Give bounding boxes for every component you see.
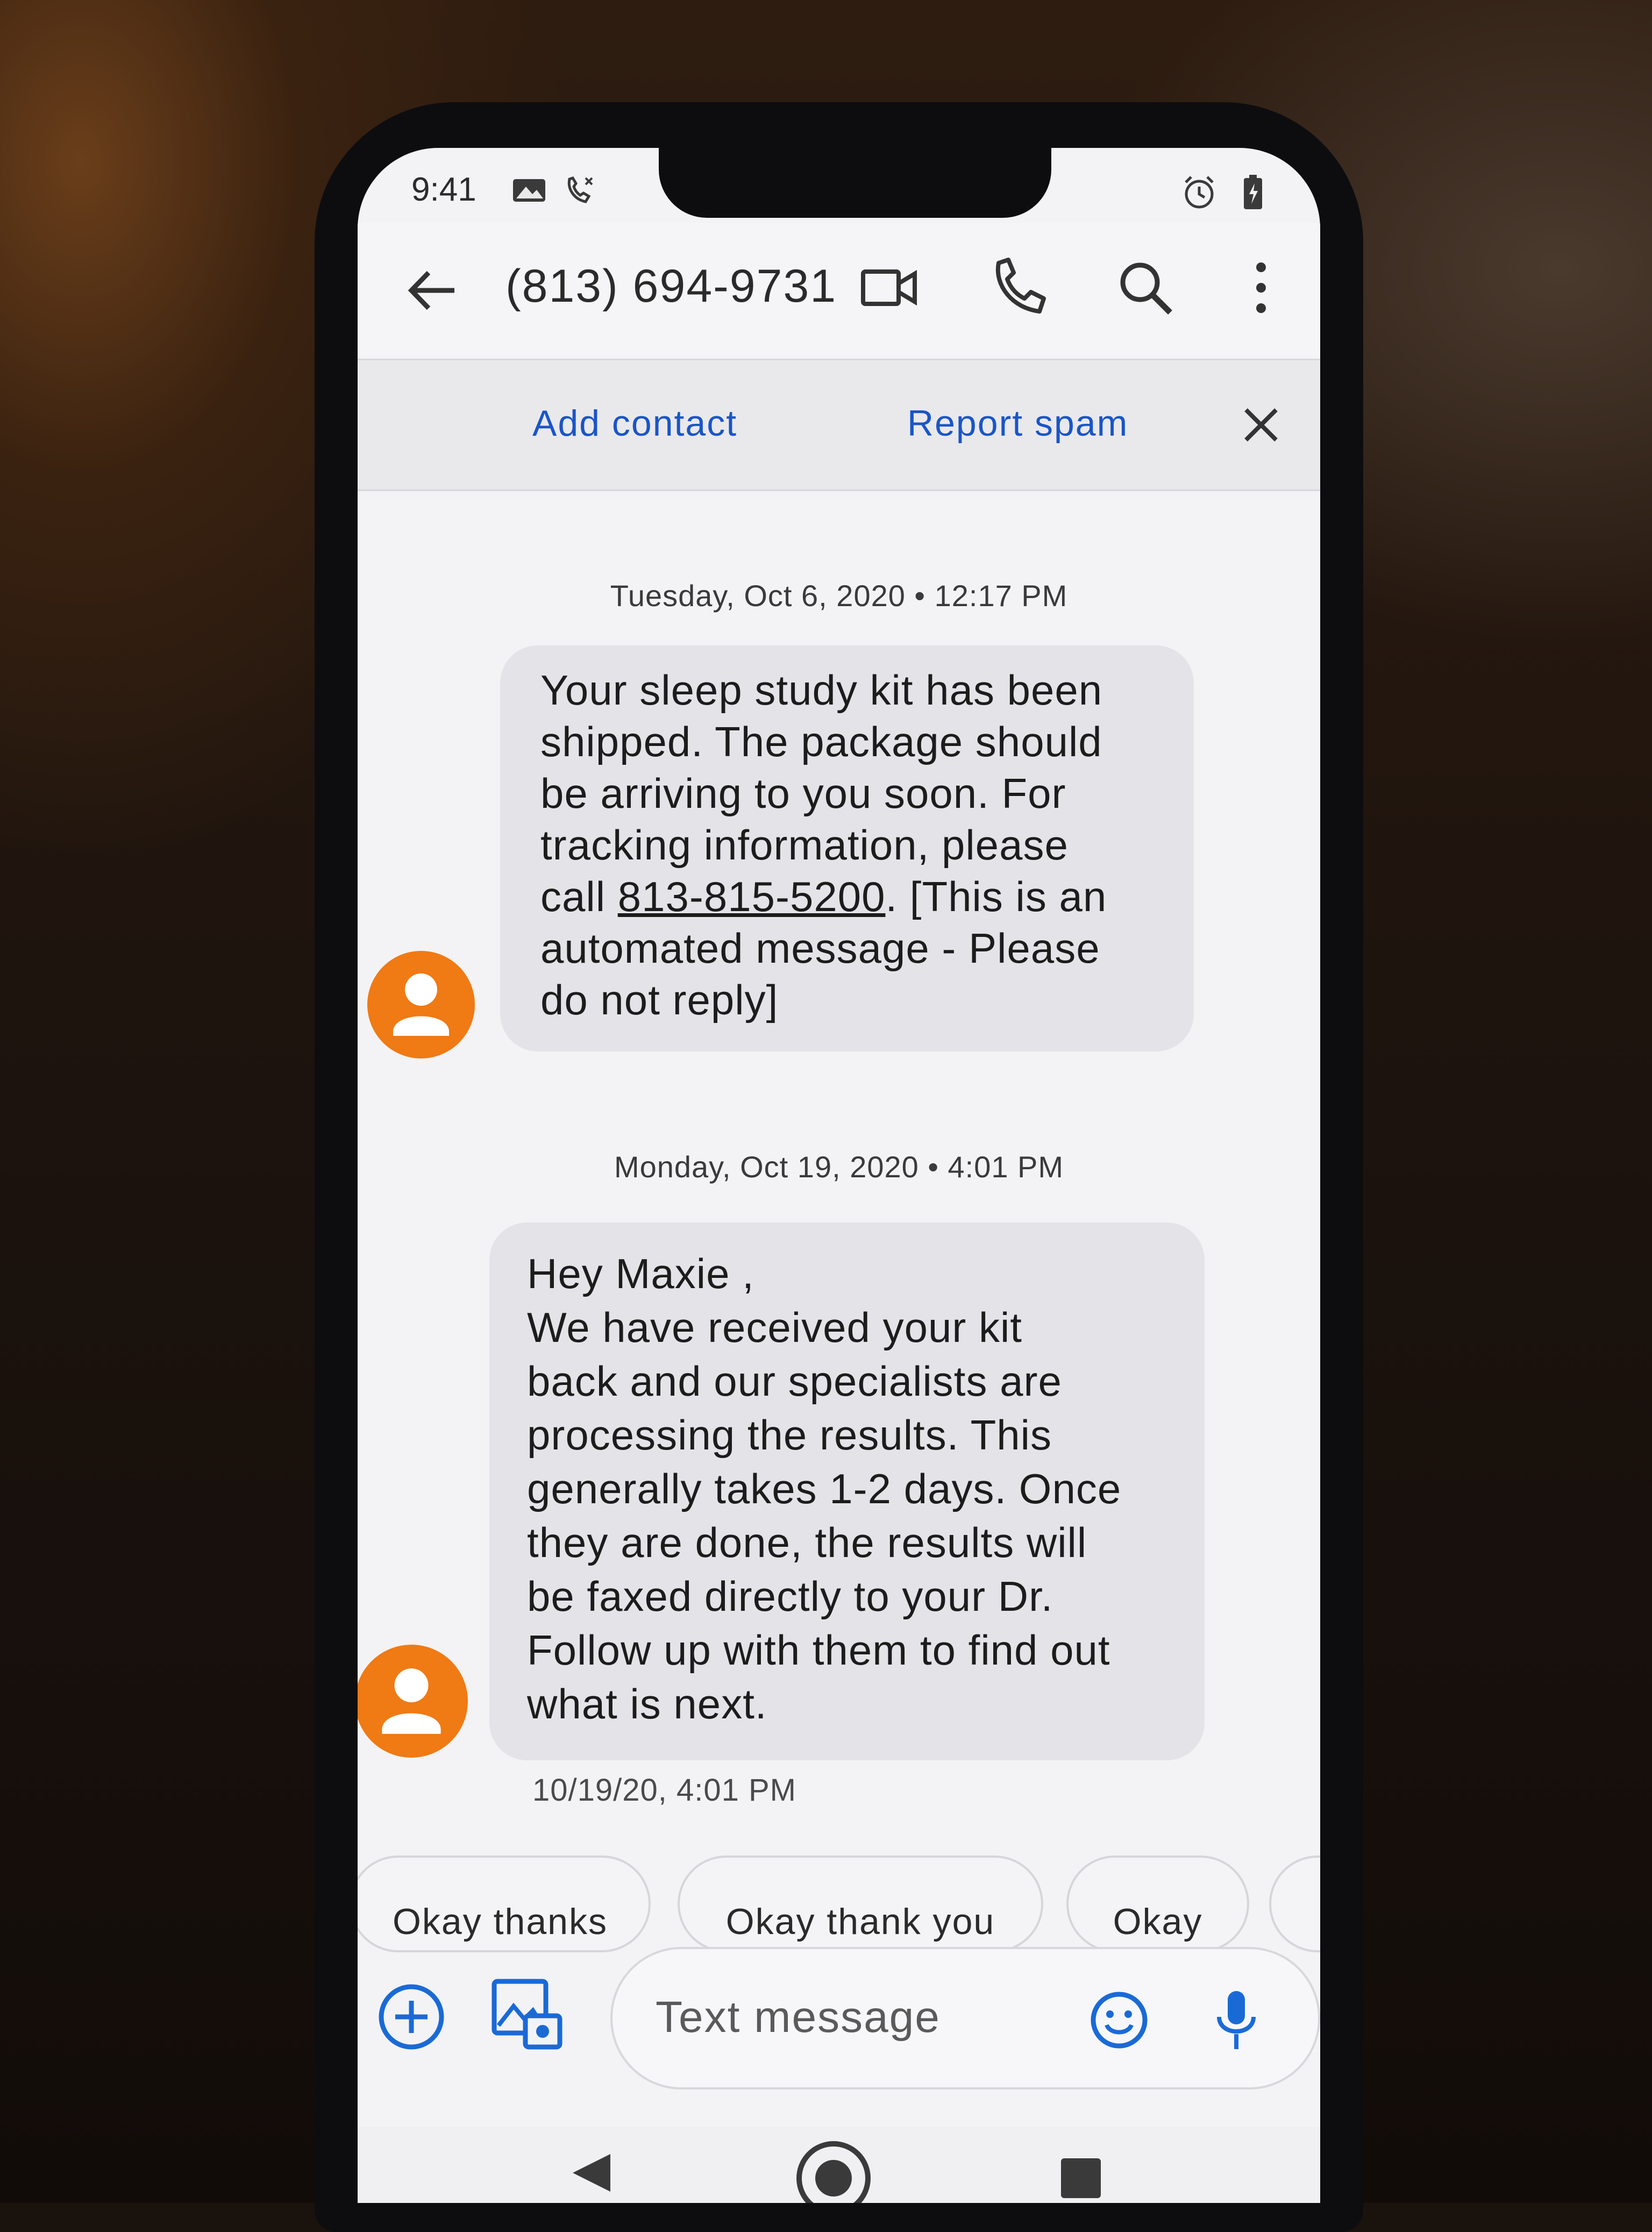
message-text: be arriving to you soon. For — [540, 770, 1066, 817]
search-icon[interactable] — [1113, 255, 1178, 320]
status-time: 9:41 — [411, 171, 476, 208]
conversation-title: (813) 694-9731 — [505, 260, 837, 312]
add-icon[interactable] — [374, 1979, 449, 2055]
add-contact-button[interactable]: Add contact — [532, 402, 737, 444]
message-timestamp: 10/19/20, 4:01 PM — [532, 1773, 796, 1808]
message-text: We have received your kit — [527, 1304, 1022, 1351]
message-text: processing the results. This — [527, 1411, 1052, 1459]
sender-avatar[interactable] — [358, 1645, 468, 1758]
alarm-icon — [1185, 176, 1214, 209]
sender-avatar[interactable] — [367, 951, 475, 1058]
phone-number-link[interactable]: 813-815-5200 — [618, 873, 886, 920]
microphone-icon[interactable] — [1209, 1987, 1263, 2054]
message-text: they are done, the results will — [527, 1519, 1087, 1566]
message-text: what is next. — [527, 1680, 767, 1728]
message-bubble[interactable]: Your sleep study kit has been shipped. T… — [500, 645, 1194, 1051]
message-text: call — [540, 873, 618, 920]
smart-reply-chip[interactable]: Okay thank you — [678, 1856, 1043, 1952]
message-text: tracking information, please — [540, 821, 1069, 869]
back-arrow-icon[interactable] — [406, 266, 460, 315]
smart-reply-chip[interactable]: Okay thanks — [358, 1856, 651, 1952]
message-text: shipped. The package should — [540, 718, 1102, 765]
missed-call-icon — [567, 176, 593, 203]
message-text: Your sleep study kit has been — [540, 666, 1103, 714]
close-icon[interactable] — [1240, 403, 1283, 446]
message-text: back and our specialists are — [527, 1357, 1062, 1405]
recents-nav-icon[interactable] — [1057, 2154, 1105, 2202]
report-spam-button[interactable]: Report spam — [907, 402, 1128, 444]
gallery-icon[interactable] — [487, 1974, 567, 2055]
message-text: Hey Maxie , — [527, 1250, 754, 1297]
more-options-icon[interactable] — [1229, 255, 1293, 320]
message-text: be faxed directly to your Dr. — [527, 1573, 1053, 1620]
message-bubble[interactable]: Hey Maxie , We have received your kit ba… — [489, 1222, 1205, 1760]
phone-screen: 9:41 (813) 694-9731 Add contact Report s… — [358, 148, 1320, 2203]
person-icon — [382, 1668, 441, 1734]
message-text: . [This is an — [885, 873, 1107, 920]
phone-icon[interactable] — [987, 255, 1051, 320]
message-text: Follow up with them to find out — [527, 1626, 1110, 1674]
emoji-icon[interactable] — [1088, 1989, 1150, 2051]
smart-reply-chip[interactable]: Okay — [1066, 1856, 1249, 1952]
spam-banner: Add contact Report spam — [358, 359, 1320, 491]
message-text: generally takes 1-2 days. Once — [527, 1465, 1122, 1512]
video-call-icon[interactable] — [858, 255, 922, 320]
message-text: automated message - Please — [540, 925, 1100, 972]
navigation-bar — [358, 2127, 1320, 2203]
date-header: Monday, Oct 19, 2020 • 4:01 PM — [614, 1150, 1064, 1184]
home-nav-icon[interactable] — [793, 2138, 874, 2203]
message-input[interactable]: Text message — [610, 1947, 1320, 2089]
message-text: do not reply] — [540, 976, 779, 1023]
date-header: Tuesday, Oct 6, 2020 • 12:17 PM — [610, 579, 1068, 613]
message-input-placeholder: Text message — [656, 1993, 941, 2042]
battery-icon — [1244, 175, 1262, 209]
person-icon — [393, 973, 449, 1036]
camera-notch — [659, 148, 1051, 218]
smart-reply-chip-partial[interactable] — [1269, 1856, 1320, 1952]
back-nav-icon[interactable] — [567, 2149, 616, 2197]
gallery-notification-icon — [513, 179, 545, 202]
app-bar: (813) 694-9731 — [358, 223, 1320, 358]
